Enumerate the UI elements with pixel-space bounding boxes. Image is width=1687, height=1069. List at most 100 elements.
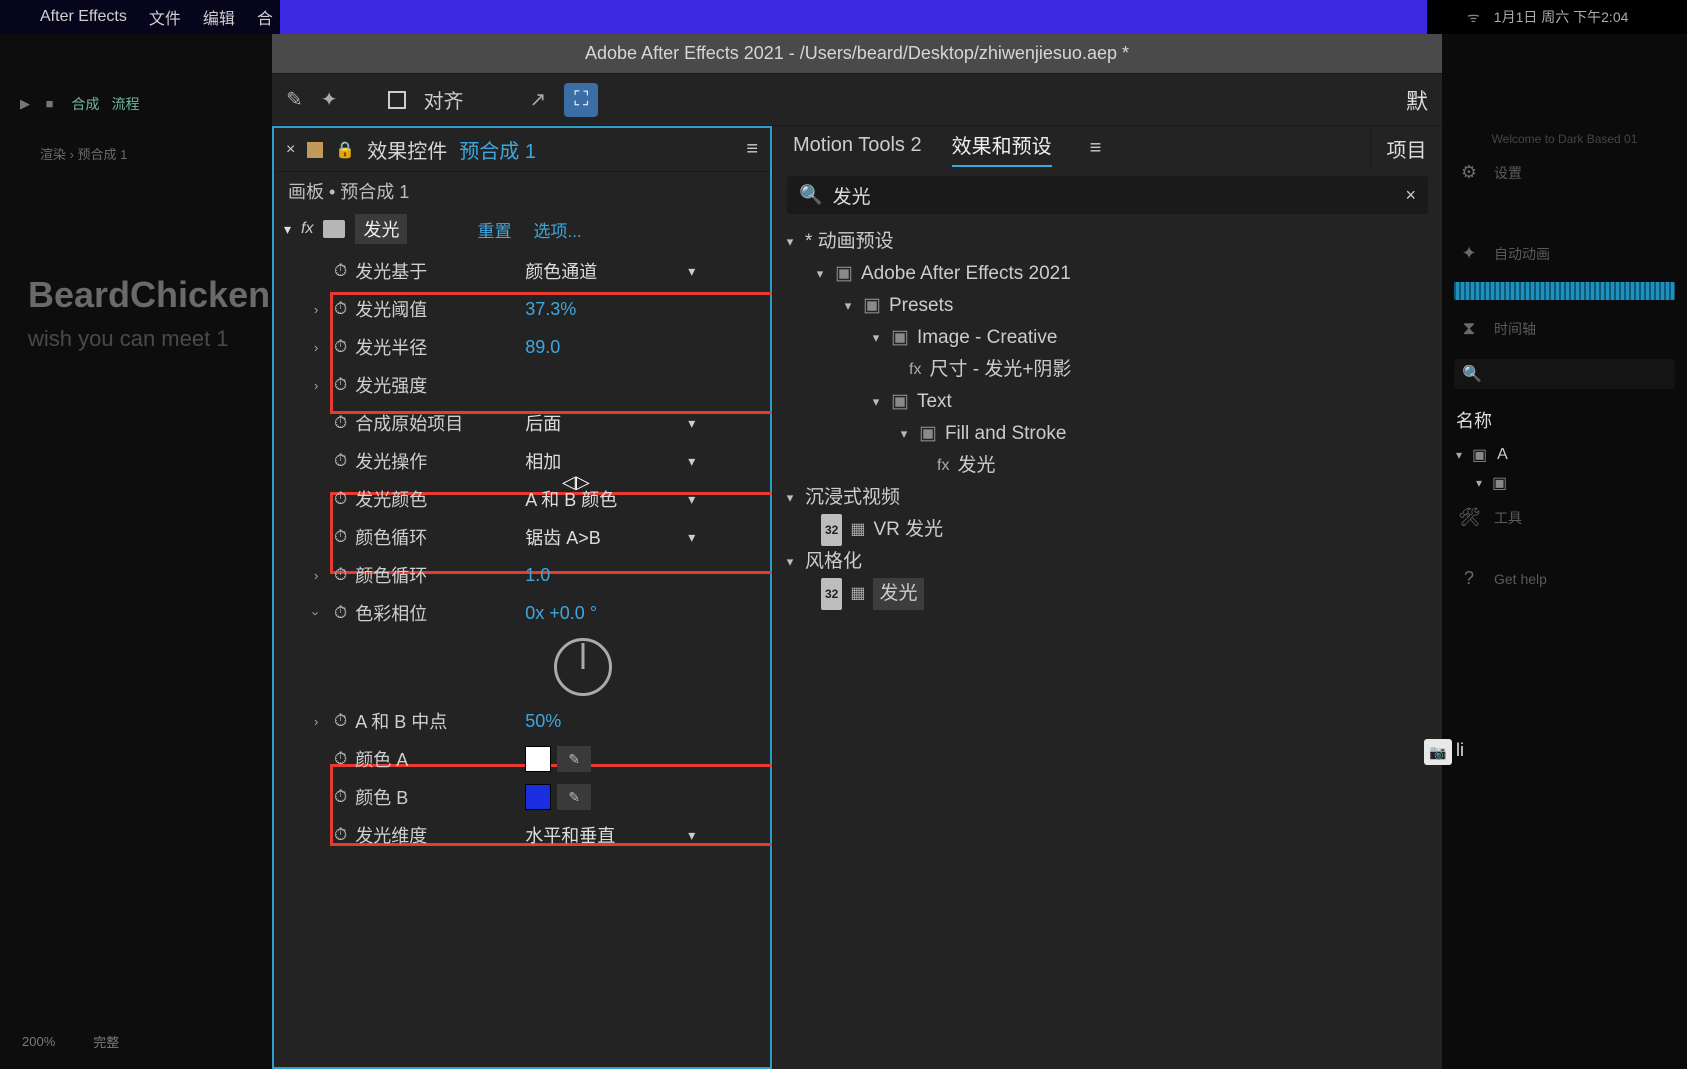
dock-item-timeline[interactable]: ⧗时间轴 — [1442, 308, 1687, 349]
zoom-dropdown[interactable]: 200% — [22, 1034, 55, 1049]
align-label[interactable]: 对齐 — [424, 85, 464, 114]
dock-item-tools[interactable]: 🛠工具 — [1442, 497, 1687, 538]
rotobrush-icon[interactable]: ✎ — [286, 87, 303, 112]
stopwatch-icon[interactable]: ⏱ — [334, 299, 347, 319]
twirl-down-icon[interactable]: › — [309, 611, 324, 615]
twirl-right-icon[interactable]: › — [314, 302, 318, 317]
stopwatch-icon[interactable]: ⏱ — [334, 565, 347, 585]
mode-toggle[interactable]: 默 — [1406, 84, 1428, 116]
prop-dropdown[interactable]: 锯齿 A>B ▾ — [525, 524, 695, 550]
angle-dial-control[interactable] — [554, 638, 612, 696]
expand-arrow-icon[interactable]: ↗ — [530, 87, 547, 112]
chevron-down-icon[interactable]: ▾ — [284, 221, 291, 238]
eyedropper-icon[interactable]: ✎ — [557, 746, 591, 772]
snapping-toggle-button[interactable]: ⛶ — [564, 83, 598, 117]
panel-close-icon[interactable]: × — [286, 141, 295, 159]
tab-project[interactable]: 项目 — [1370, 126, 1442, 170]
viewer-tab-comp[interactable]: 合成 — [71, 94, 99, 114]
tree-vr-glow[interactable]: VR 发光 — [873, 514, 943, 546]
tree-ae-folder[interactable]: Adobe After Effects 2021 — [861, 258, 1071, 290]
stopwatch-icon[interactable]: ⏱ — [334, 489, 347, 509]
presets-tree[interactable]: ▾* 动画预设 ▾▣Adobe After Effects 2021 ▾▣Pre… — [773, 220, 1442, 616]
animation-preset-icon[interactable] — [323, 220, 345, 238]
tab-motion-tools[interactable]: Motion Tools 2 — [793, 134, 922, 163]
prop-dropdown[interactable]: 水平和垂直 ▾ — [525, 822, 695, 848]
effect-header[interactable]: ▾ fx 发光 重置 选项... — [274, 210, 770, 248]
align-box-icon[interactable] — [388, 91, 406, 109]
panel-lock-icon[interactable]: 🔒 — [335, 140, 355, 160]
menu-app[interactable]: After Effects — [40, 8, 127, 26]
reset-link[interactable]: 重置 — [477, 217, 511, 242]
viewer-breadcrumb[interactable]: 渲染 › 预合成 1 — [40, 144, 127, 163]
prop-dropdown[interactable]: 相加 ▾ — [525, 448, 695, 474]
panel-menu-icon[interactable]: ≡ — [1090, 137, 1102, 160]
prop-value[interactable]: 37.3% — [525, 299, 576, 320]
dock-item-auto[interactable]: ✦自动动画 — [1442, 233, 1687, 274]
tree-immersive[interactable]: 沉浸式视频 — [805, 482, 900, 514]
tree-presets-folder[interactable]: Presets — [889, 290, 953, 322]
dock-item-settings[interactable]: ⚙设置 — [1442, 152, 1687, 193]
menu-file[interactable]: 文件 — [149, 5, 181, 29]
prop-value[interactable]: 1.0 — [525, 565, 550, 586]
stopwatch-icon[interactable]: ⏱ — [334, 527, 347, 547]
twirl-right-icon[interactable]: › — [314, 568, 318, 583]
panel-layer-link[interactable]: 预合成 1 — [459, 135, 536, 164]
project-item-row[interactable]: ▾▣ — [1442, 469, 1687, 497]
eyedropper-icon[interactable]: ✎ — [557, 784, 591, 810]
search-input-value[interactable]: 发光 — [833, 182, 1396, 209]
color-a-swatch[interactable] — [525, 746, 551, 772]
menubar-datetime[interactable]: 1月1日 周六 下午2:04 — [1494, 7, 1629, 27]
wifi-icon[interactable]: ᯤ — [1467, 8, 1480, 27]
tree-image-creative[interactable]: Image - Creative — [917, 322, 1057, 354]
viewer-tab-flow[interactable]: 流程 — [111, 94, 139, 114]
prop-dropdown[interactable]: A 和 B 颜色 ▾ — [525, 486, 695, 512]
effect-name[interactable]: 发光 — [355, 214, 407, 244]
dock-item-help[interactable]: ?Get help — [1442, 558, 1687, 599]
fx-enabled-icon[interactable]: fx — [301, 220, 313, 238]
prop-dropdown[interactable]: 后面 ▾ — [525, 410, 695, 436]
prop-color-loop-type: ⏱ 颜色循环 锯齿 A>B ▾ — [274, 518, 770, 556]
li-label[interactable]: li — [1456, 740, 1464, 761]
prop-value[interactable]: 50% — [525, 711, 561, 732]
prop-dropdown[interactable]: 颜色通道 ▾ — [525, 258, 695, 284]
tree-size-glow-shadow[interactable]: 尺寸 - 发光+阴影 — [929, 354, 1071, 386]
panel-menu-icon[interactable]: ≡ — [746, 138, 758, 161]
prop-value[interactable]: 89.0 — [525, 337, 560, 358]
stopwatch-icon[interactable]: ⏱ — [334, 451, 347, 471]
options-link[interactable]: 选项... — [533, 217, 581, 242]
snapshot-icon[interactable]: 📷 — [1424, 739, 1452, 765]
tree-fill-stroke[interactable]: Fill and Stroke — [945, 418, 1066, 450]
tab-effects-presets[interactable]: 效果和预设 — [952, 130, 1052, 167]
tree-anim-presets[interactable]: * 动画预设 — [805, 226, 894, 258]
name-column-header[interactable]: 名称 — [1442, 399, 1687, 441]
stopwatch-icon[interactable]: ⏱ — [334, 711, 347, 731]
prop-value[interactable]: 0x +0.0 ° — [525, 603, 597, 624]
stopwatch-icon[interactable]: ⏱ — [334, 603, 347, 623]
menu-edit[interactable]: 编辑 — [203, 5, 235, 29]
stopwatch-icon[interactable]: ⏱ — [334, 261, 347, 281]
project-item-row[interactable]: ▾▣A — [1442, 441, 1687, 469]
twirl-right-icon[interactable]: › — [314, 340, 318, 355]
viewer-icons[interactable]: ▶ ■ — [20, 96, 59, 112]
stopwatch-icon[interactable]: ⏱ — [334, 749, 347, 769]
resolution-dropdown[interactable]: 完整 — [93, 1032, 119, 1051]
stopwatch-icon[interactable]: ⏱ — [334, 337, 347, 357]
stopwatch-icon[interactable]: ⏱ — [334, 375, 347, 395]
tree-text-folder[interactable]: Text — [917, 386, 952, 418]
stopwatch-icon[interactable]: ⏱ — [334, 825, 347, 845]
twirl-right-icon[interactable]: › — [314, 714, 318, 729]
audio-waveform-thumbnail[interactable] — [1454, 282, 1675, 300]
wrench-icon: 🛠 — [1458, 507, 1480, 528]
clear-search-icon[interactable]: × — [1405, 185, 1416, 206]
stopwatch-icon[interactable]: ⏱ — [334, 413, 347, 433]
twirl-right-icon[interactable]: › — [314, 378, 318, 393]
tree-stylize[interactable]: 风格化 — [805, 546, 862, 578]
color-b-swatch[interactable] — [525, 784, 551, 810]
tree-glow-preset[interactable]: 发光 — [957, 450, 995, 482]
puppet-pin-icon[interactable]: ✦ — [321, 87, 338, 112]
stopwatch-icon[interactable]: ⏱ — [334, 787, 347, 807]
menu-comp[interactable]: 合 — [257, 5, 273, 29]
presets-search-box[interactable]: 🔍 发光 × — [787, 176, 1428, 214]
tree-glow-effect-selected[interactable]: 发光 — [873, 578, 923, 610]
right-search-box[interactable]: 🔍 — [1454, 359, 1675, 389]
